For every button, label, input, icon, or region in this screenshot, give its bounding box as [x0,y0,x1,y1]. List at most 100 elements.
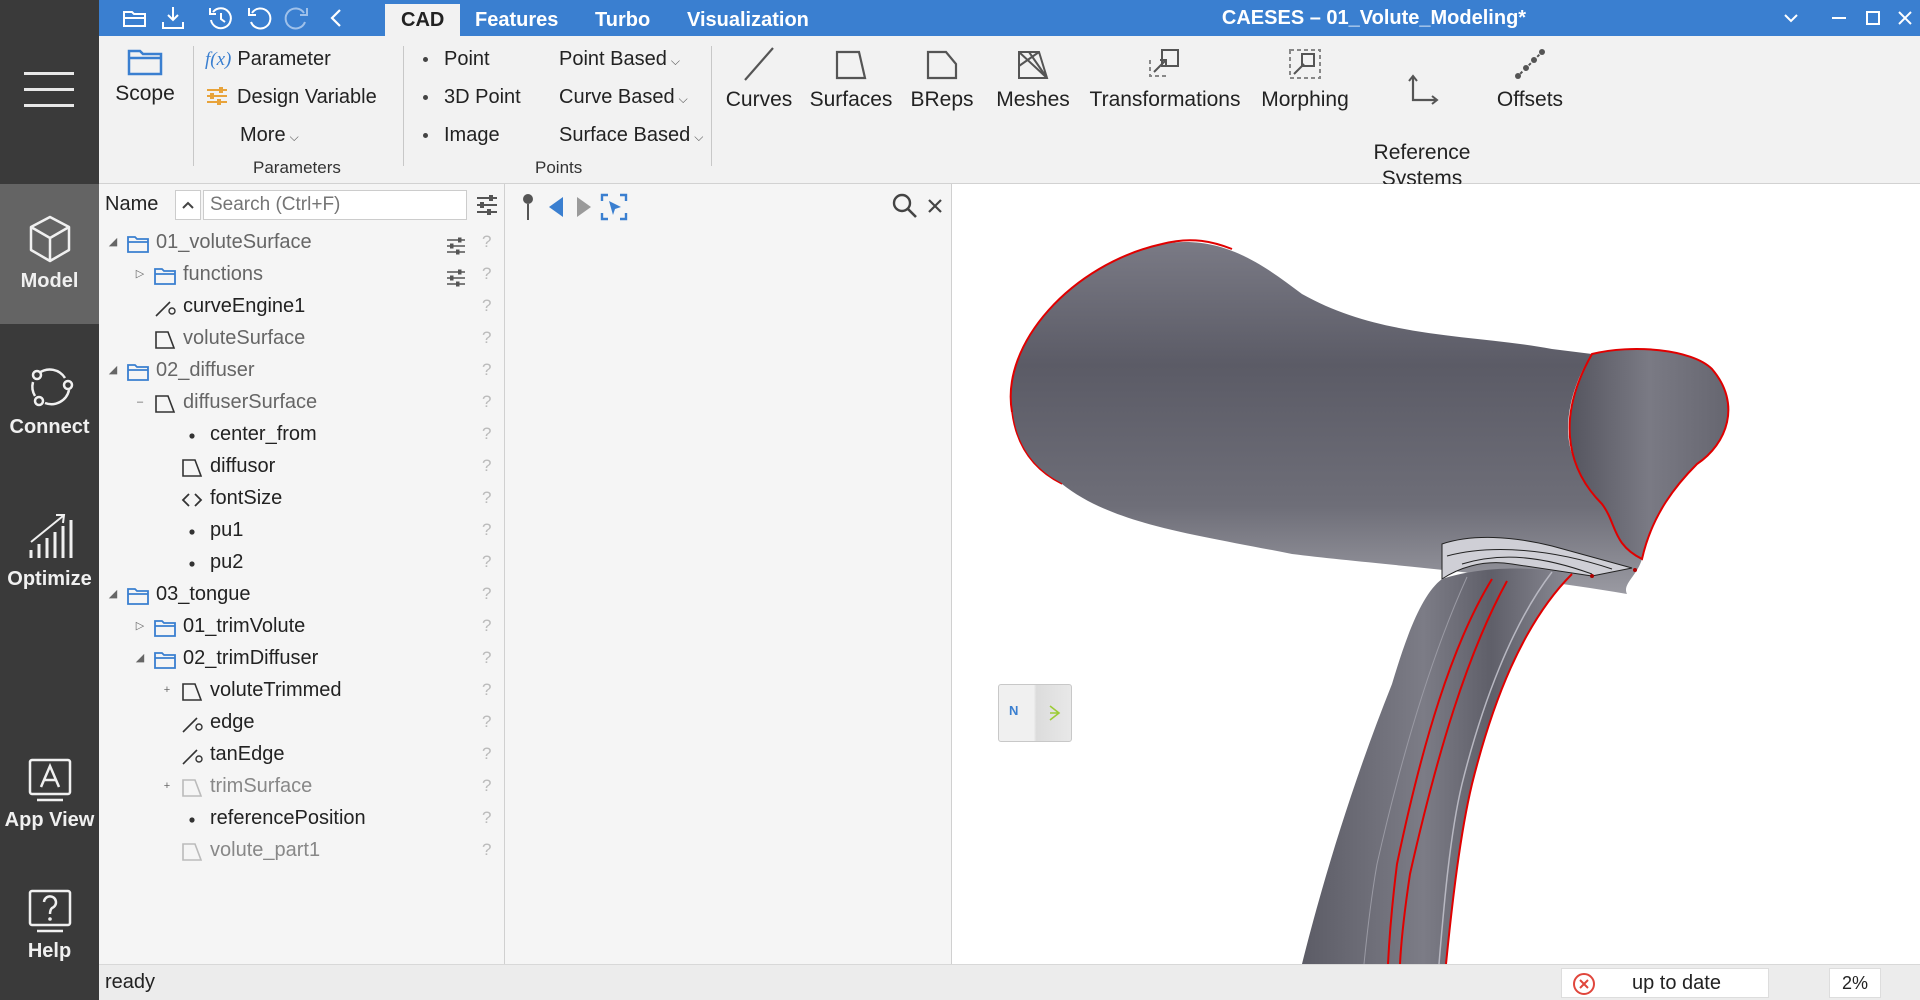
tree-row[interactable]: ▷ functions? [99,258,505,290]
tab-visualization[interactable]: Visualization [671,4,825,36]
help-question-icon[interactable]: ? [482,674,491,706]
close-icon[interactable] [1893,6,1917,30]
tree-row[interactable]: center_from? [99,418,505,450]
scope-button[interactable]: Scope [113,46,177,106]
expand-arrow-icon[interactable]: + [161,674,173,706]
update-status-box[interactable]: up to date [1561,968,1769,998]
3d-point-button[interactable]: 3D Point [423,86,521,109]
tab-features[interactable]: Features [459,4,574,36]
help-question-icon[interactable]: ? [482,834,491,866]
help-question-icon[interactable]: ? [482,514,491,546]
tree-row[interactable]: edge? [99,706,505,738]
save-download-icon[interactable] [159,4,187,32]
nav-item-optimize[interactable]: Optimize [0,512,99,591]
tree-row[interactable]: diffusor? [99,450,505,482]
sort-toggle-button[interactable] [175,190,201,220]
meshes-button[interactable]: Meshes [989,46,1077,112]
tree-search-input[interactable] [203,190,467,220]
tree-row[interactable]: fontSize? [99,482,505,514]
help-question-icon[interactable]: ? [482,418,491,450]
nav-item-model[interactable]: Model [0,184,99,324]
redo-icon[interactable] [283,4,311,32]
help-question-icon[interactable]: ? [482,546,491,578]
help-question-icon[interactable]: ? [482,802,491,834]
tree-row[interactable]: curveEngine1? [99,290,505,322]
nav-item-app-view[interactable]: App View [0,757,99,832]
undo-icon[interactable] [245,4,273,32]
tree-row[interactable]: volute_part1? [99,834,505,866]
tab-cad[interactable]: CAD [385,4,461,36]
image-point-button[interactable]: Image [423,124,500,147]
curves-button[interactable]: Curves [721,46,797,112]
volute-body-surface[interactable] [1010,242,1644,594]
point-button[interactable]: Point [423,48,490,71]
hamburger-menu-icon[interactable] [24,72,74,112]
morphing-button[interactable]: Morphing [1253,46,1357,112]
breps-button[interactable]: BReps [905,46,979,112]
help-question-icon[interactable]: ? [482,290,491,322]
help-question-icon[interactable]: ? [482,386,491,418]
tree-row[interactable]: + trimSurface? [99,770,505,802]
help-question-icon[interactable]: ? [482,482,491,514]
maximize-icon[interactable] [1861,6,1885,30]
select-in-viewport-icon[interactable] [599,192,629,222]
surface-based-dropdown[interactable]: Surface Based ⌵ [559,124,703,147]
navigate-back-icon[interactable] [545,194,567,220]
expand-arrow-icon[interactable]: ▷ [134,610,146,642]
close-icon[interactable] [925,196,945,216]
minimize-icon[interactable] [1827,6,1851,30]
tree-row[interactable]: pu1? [99,514,505,546]
tree-row[interactable]: voluteSurface? [99,322,505,354]
surfaces-button[interactable]: Surfaces [807,46,895,112]
help-question-icon[interactable]: ? [482,226,491,258]
tree-row[interactable]: + voluteTrimmed? [99,674,505,706]
curve-based-dropdown[interactable]: Curve Based ⌵ [559,86,688,109]
nav-item-connect[interactable]: Connect [0,360,99,439]
filter-sliders-icon[interactable] [475,194,499,216]
expand-arrow-icon[interactable]: + [161,770,173,802]
search-icon[interactable] [891,192,919,220]
name-column-header[interactable]: Name [105,193,158,216]
reference-systems-button[interactable]: Reference Systems [1367,46,1477,192]
help-question-icon[interactable]: ? [482,354,491,386]
design-variable-button[interactable]: Design Variable [205,86,377,109]
tree-row[interactable]: – diffuserSurface? [99,386,505,418]
tab-turbo[interactable]: Turbo [579,4,666,36]
help-question-icon[interactable]: ? [482,450,491,482]
tree-row[interactable]: ◢ 03_tongue? [99,578,505,610]
help-question-icon[interactable]: ? [482,706,491,738]
tree-row[interactable]: ◢ 02_diffuser? [99,354,505,386]
point-based-dropdown[interactable]: Point Based ⌵ [559,48,680,71]
3d-viewport[interactable]: N [952,184,1920,965]
tree-row[interactable]: ▷ 01_trimVolute? [99,610,505,642]
tree-row[interactable]: ◢ 02_trimDiffuser? [99,642,505,674]
tree-row[interactable]: pu2? [99,546,505,578]
history-icon[interactable] [207,4,235,32]
offsets-button[interactable]: Offsets [1487,46,1573,112]
pin-icon[interactable] [519,192,537,222]
help-question-icon[interactable]: ? [482,578,491,610]
help-question-icon[interactable]: ? [482,770,491,802]
collapse-arrow-icon[interactable]: ◢ [107,354,119,386]
help-question-icon[interactable]: ? [482,322,491,354]
help-question-icon[interactable]: ? [482,610,491,642]
collapse-arrow-icon[interactable]: – [134,386,146,418]
navigate-forward-icon[interactable] [573,194,595,220]
nav-item-help[interactable]: Help [0,888,99,963]
more-parameters-dropdown[interactable]: More ⌵ [240,124,299,147]
help-question-icon[interactable]: ? [482,738,491,770]
parameter-button[interactable]: f(x) Parameter [205,48,331,71]
collapse-arrow-icon[interactable]: ◢ [107,226,119,258]
open-folder-icon[interactable] [121,4,149,32]
tree-row[interactable]: ◢ 01_voluteSurface? [99,226,505,258]
expand-arrow-icon[interactable]: ▷ [134,258,146,290]
help-question-icon[interactable]: ? [482,258,491,290]
view-orientation-cube[interactable]: N [998,684,1072,742]
volute-3d-model[interactable] [952,184,1920,965]
back-arrow-icon[interactable] [323,4,351,32]
tree-row[interactable]: referencePosition? [99,802,505,834]
chevron-down-icon[interactable] [1779,6,1803,30]
collapse-arrow-icon[interactable]: ◢ [107,578,119,610]
tree-row[interactable]: tanEdge? [99,738,505,770]
transformations-button[interactable]: Transformations [1087,46,1243,112]
